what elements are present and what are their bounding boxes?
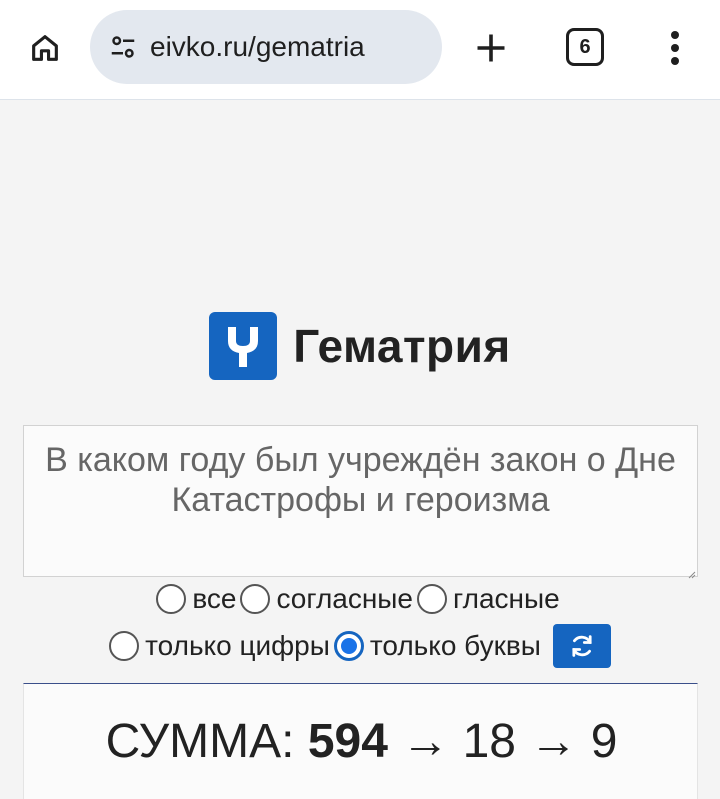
sum-label: СУММА: <box>105 715 295 768</box>
option-digits-only[interactable]: только цифры <box>109 630 334 662</box>
y-logo-icon <box>209 312 278 380</box>
refresh-icon <box>572 635 592 657</box>
sum-step-2: 9 <box>590 715 618 768</box>
radio-letters-only[interactable] <box>333 631 364 661</box>
result-panel: СУММА: 594 → 18 → 9 <box>23 683 698 799</box>
option-all-label: все <box>192 583 237 614</box>
new-tab-icon[interactable] <box>470 27 512 69</box>
radio-vowels[interactable] <box>417 584 448 614</box>
sum-value: 594 <box>307 715 388 768</box>
more-menu-icon[interactable] <box>660 27 690 69</box>
url-text[interactable]: eivko.ru/gematria <box>150 31 365 63</box>
option-digits-only-label: только цифры <box>145 630 330 661</box>
option-vowels-label: гласные <box>453 583 560 614</box>
sum-line: СУММА: 594 → 18 → 9 <box>24 714 699 769</box>
address-bar[interactable]: eivko.ru/gematria <box>90 10 442 84</box>
option-consonants[interactable]: согласные <box>240 583 417 615</box>
page-title: Гематрия <box>293 320 511 372</box>
query-input[interactable]: В каком году был учреждён закон о Дне Ка… <box>23 425 698 577</box>
option-consonants-label: согласные <box>276 583 414 614</box>
arrow-1: → <box>401 715 450 768</box>
tab-switcher-icon[interactable]: 6 <box>566 28 604 66</box>
resize-handle-icon[interactable] <box>688 566 696 579</box>
sum-step-1: 18 <box>462 715 516 768</box>
home-icon[interactable] <box>22 25 68 71</box>
radio-all[interactable] <box>156 584 187 614</box>
refresh-button[interactable] <box>552 624 611 668</box>
option-vowels[interactable]: гласные <box>417 583 564 615</box>
options-row-2: только цифры только буквы <box>0 622 720 670</box>
radio-digits-only[interactable] <box>109 631 140 661</box>
arrow-2: → <box>529 715 578 768</box>
option-letters-only[interactable]: только буквы <box>333 630 545 662</box>
tab-count: 6 <box>579 35 591 58</box>
browser-toolbar: eivko.ru/gematria 6 <box>0 0 720 100</box>
options-row-1: все согласные гласные <box>0 580 720 618</box>
site-settings-icon[interactable] <box>106 30 140 64</box>
radio-consonants[interactable] <box>240 584 271 614</box>
option-all[interactable]: все <box>156 583 240 615</box>
option-letters-only-label: только буквы <box>369 630 541 661</box>
site-header: Гематрия <box>0 310 720 382</box>
